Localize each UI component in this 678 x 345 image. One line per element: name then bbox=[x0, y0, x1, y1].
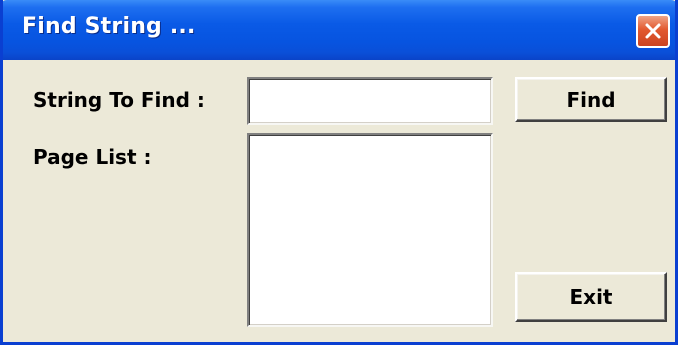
page-list-label: Page List : bbox=[33, 145, 152, 169]
string-to-find-input[interactable] bbox=[247, 77, 493, 125]
close-button[interactable] bbox=[636, 14, 670, 48]
exit-button[interactable]: Exit bbox=[515, 272, 667, 322]
window-title: Find String ... bbox=[22, 14, 196, 39]
string-to-find-label: String To Find : bbox=[33, 88, 205, 112]
find-string-dialog: Find String ... String To Find : Page Li… bbox=[0, 0, 678, 345]
title-bar[interactable]: Find String ... bbox=[3, 0, 675, 60]
page-list-box[interactable] bbox=[247, 133, 493, 327]
find-button[interactable]: Find bbox=[515, 77, 667, 122]
close-icon bbox=[645, 23, 661, 39]
